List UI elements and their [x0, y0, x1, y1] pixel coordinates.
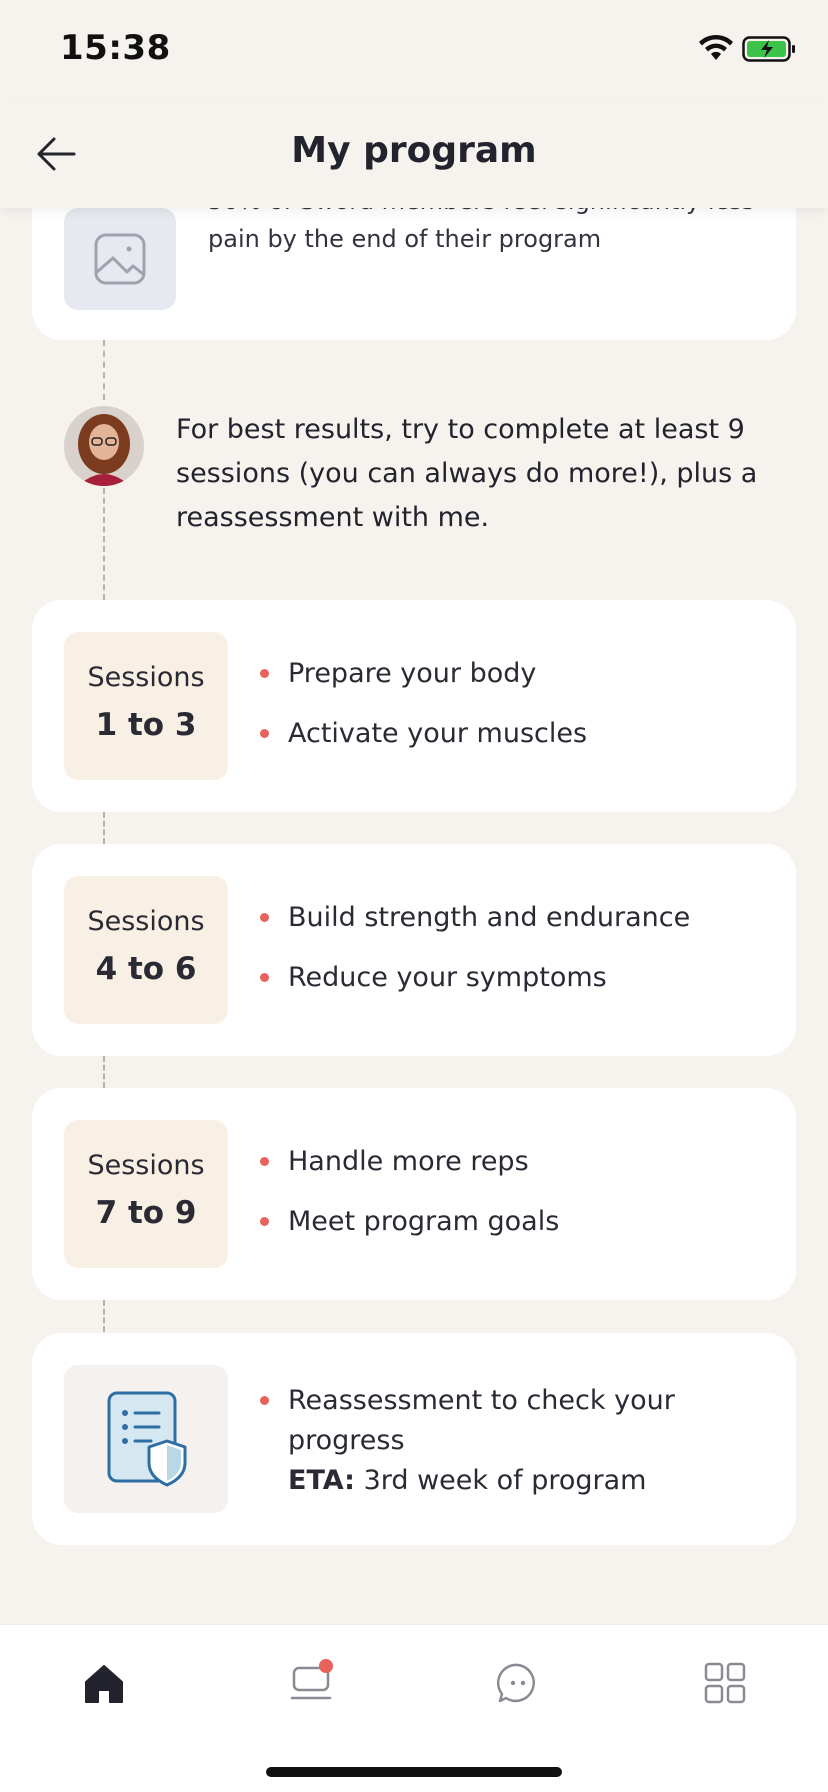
goal-item: Build strength and endurance [260, 898, 780, 938]
goal-item: Reduce your symptoms [260, 958, 780, 998]
tab-bar [0, 1624, 828, 1792]
tip-card: 50% of Sword members feel significantly … [32, 208, 796, 340]
tab-sessions[interactable] [281, 1653, 341, 1713]
reassessment-text: Reassessment to check your progress [288, 1385, 675, 1456]
session-card[interactable]: Sessions 1 to 3 Prepare your body Activa… [32, 600, 796, 812]
tab-home[interactable] [74, 1653, 134, 1713]
grid-icon [704, 1662, 746, 1704]
home-icon [85, 1665, 123, 1703]
bullet-dot [260, 1396, 269, 1405]
reassessment-card[interactable]: Reassessment to check your progress ETA:… [32, 1333, 796, 1545]
program-content[interactable]: 50% of Sword members feel significantly … [0, 208, 828, 1624]
bullet-dot [260, 1217, 269, 1226]
home-indicator [266, 1767, 562, 1777]
battery-icon [742, 36, 795, 62]
tab-more[interactable] [695, 1653, 755, 1713]
goal-item: Prepare your body [260, 654, 780, 694]
wifi-icon [699, 34, 733, 60]
session-badge: Sessions 1 to 3 [64, 632, 228, 780]
goal-item: Activate your muscles [260, 714, 780, 754]
chat-icon [496, 1663, 535, 1703]
bullet-dot [260, 1157, 269, 1166]
session-badge-label: Sessions [87, 1150, 205, 1181]
coach-avatar [64, 406, 144, 486]
goal-item: Handle more reps [260, 1142, 780, 1182]
timeline-connector [103, 340, 105, 400]
notification-dot [319, 1659, 333, 1673]
eta-label: ETA: [288, 1465, 355, 1496]
timeline-connector [103, 488, 105, 600]
session-card[interactable]: Sessions 4 to 6 Build strength and endur… [32, 844, 796, 1056]
session-range: 7 to 9 [95, 1195, 197, 1231]
page-title: My program [291, 130, 537, 171]
session-badge-label: Sessions [87, 662, 205, 693]
tab-chat[interactable] [488, 1653, 548, 1713]
bullet-dot [260, 729, 269, 738]
coach-message: For best results, try to complete at lea… [176, 414, 758, 533]
session-range: 1 to 3 [95, 707, 197, 743]
reassessment-info: Reassessment to check your progress ETA:… [260, 1381, 780, 1501]
image-placeholder-icon [64, 208, 176, 310]
session-badge: Sessions 4 to 6 [64, 876, 228, 1024]
session-card[interactable]: Sessions 7 to 9 Handle more reps Meet pr… [32, 1088, 796, 1300]
session-badge: Sessions 7 to 9 [64, 1120, 228, 1268]
reassessment-document-icon [64, 1365, 228, 1513]
timeline-connector [103, 812, 105, 844]
session-goals: Handle more reps Meet program goals [260, 1142, 780, 1262]
status-time: 15:38 [60, 28, 171, 68]
status-bar: 15:38 [0, 0, 828, 100]
nav-header: My program [0, 100, 828, 208]
timeline-connector [103, 1300, 105, 1332]
session-goals: Build strength and endurance Reduce your… [260, 898, 780, 1018]
bullet-dot [260, 973, 269, 982]
bullet-dot [260, 669, 269, 678]
goal-item: Meet program goals [260, 1202, 780, 1242]
timeline-connector [103, 1056, 105, 1088]
session-goals: Prepare your body Activate your muscles [260, 654, 780, 774]
eta-value: 3rd week of program [363, 1465, 647, 1496]
tip-text: 50% of Sword members feel significantly … [208, 208, 754, 253]
bullet-dot [260, 913, 269, 922]
session-badge-label: Sessions [87, 906, 205, 937]
session-range: 4 to 6 [95, 951, 197, 987]
